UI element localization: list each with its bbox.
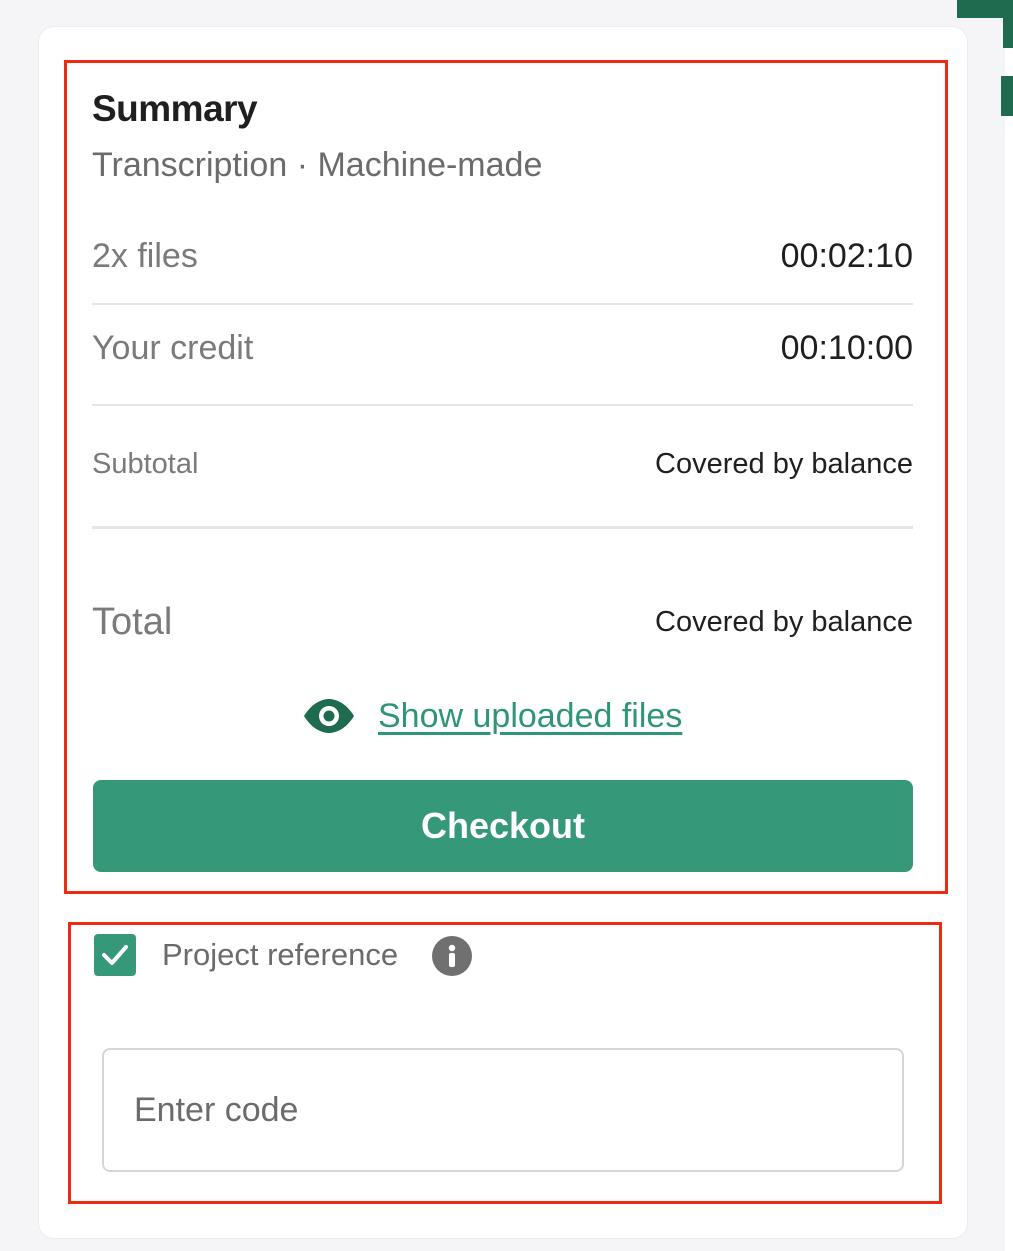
credit-row: Your credit 00:10:00 bbox=[92, 324, 913, 372]
checkout-button[interactable]: Checkout bbox=[93, 780, 913, 872]
info-glyph bbox=[448, 944, 456, 967]
files-row: 2x files 00:02:10 bbox=[92, 232, 913, 280]
total-label: Total bbox=[92, 600, 173, 643]
divider bbox=[92, 303, 913, 305]
checkmark-icon bbox=[102, 945, 128, 965]
total-row: Total Covered by balance bbox=[92, 598, 913, 646]
project-reference-label: Project reference bbox=[162, 937, 399, 972]
credit-value: 00:10:00 bbox=[780, 328, 913, 367]
summary-subtitle: Transcription · Machine-made bbox=[92, 146, 543, 184]
show-uploaded-files-link[interactable]: Show uploaded files bbox=[302, 690, 682, 742]
window-edge bbox=[1005, 0, 1013, 1251]
files-duration: 00:02:10 bbox=[780, 236, 913, 275]
page: Summary Transcription · Machine-made 2x … bbox=[0, 0, 1013, 1251]
subtotal-row: Subtotal Covered by balance bbox=[92, 444, 913, 484]
divider bbox=[92, 526, 913, 529]
subtotal-value: Covered by balance bbox=[655, 447, 913, 480]
show-uploaded-files-label[interactable]: Show uploaded files bbox=[378, 697, 682, 736]
summary-title: Summary bbox=[92, 88, 258, 129]
eye-icon bbox=[304, 699, 354, 733]
files-label: 2x files bbox=[92, 236, 198, 275]
subtotal-label: Subtotal bbox=[92, 447, 199, 480]
project-reference-checkbox[interactable] bbox=[94, 934, 136, 976]
project-reference-code-input[interactable] bbox=[102, 1048, 904, 1172]
divider bbox=[92, 404, 913, 406]
total-value: Covered by balance bbox=[655, 605, 913, 638]
credit-label: Your credit bbox=[92, 328, 254, 367]
info-icon[interactable] bbox=[432, 936, 472, 976]
